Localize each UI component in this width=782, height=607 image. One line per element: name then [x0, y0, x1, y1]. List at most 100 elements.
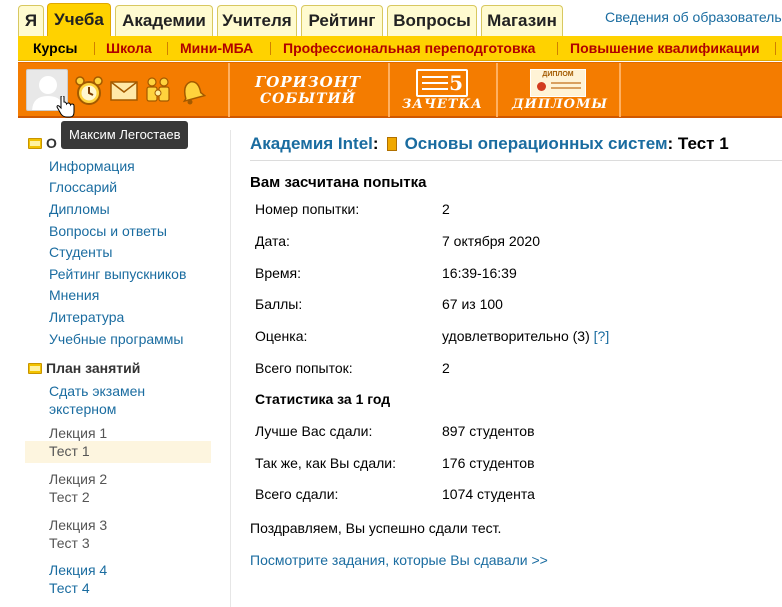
breadcrumb-course[interactable]: Основы операционных систем	[405, 134, 668, 154]
result-row: Всего попыток: 2	[250, 360, 770, 380]
sidebar-item-lecture-4[interactable]: Лекция 4	[49, 562, 107, 578]
events-horizon-line2: СОБЫТИЙ	[260, 91, 356, 107]
test-result-panel: Академия Intel : Основы операционных сис…	[250, 130, 782, 607]
zachetka-label: ЗАЧЕТКА	[402, 97, 483, 112]
breadcrumb: Академия Intel : Основы операционных сис…	[250, 134, 729, 154]
stats-row: Так же, как Вы сдали: 176 студентов	[250, 455, 770, 475]
result-row: Номер попытки: 2	[250, 201, 770, 221]
submenu-retraining[interactable]: Профессиональная переподготовка	[283, 36, 535, 61]
result-title: Вам засчитана попытка	[250, 174, 427, 191]
user-name-tooltip: Максим Легостаев	[61, 121, 189, 149]
diploma-badge: ДИПЛОМ	[542, 71, 574, 78]
sidebar-item-test-4[interactable]: Тест 4	[49, 580, 90, 596]
same-as-you-label: Так же, как Вы сдали:	[255, 455, 397, 471]
breadcrumb-divider	[250, 160, 782, 161]
breadcrumb-current-page: : Тест 1	[667, 134, 729, 153]
total-attempts-value: 2	[442, 360, 450, 376]
sidebar-item-test-3[interactable]: Тест 3	[49, 535, 90, 551]
banner-divider	[619, 63, 621, 117]
sidebar-item-test-2[interactable]: Тест 2	[49, 489, 90, 505]
banner-divider	[228, 63, 230, 117]
sidebar-item-lecture-1[interactable]: Лекция 1	[49, 425, 107, 441]
breadcrumb-academy[interactable]: Академия Intel	[250, 134, 373, 154]
sidebar-item-graduates-rating[interactable]: Рейтинг выпускников	[49, 266, 186, 282]
grade-label: Оценка:	[255, 328, 308, 344]
main-tabs: Я Учеба Академии Учителя Рейтинг Вопросы…	[0, 0, 782, 36]
tab-rating[interactable]: Рейтинг	[301, 5, 383, 36]
time-value: 16:39-16:39	[442, 265, 517, 281]
folder-icon	[28, 137, 42, 149]
sidebar-item-external-exam-line2[interactable]: экстерном	[49, 401, 116, 417]
submenu-qualification[interactable]: Повышение квалификации	[570, 36, 760, 61]
events-horizon-line1: ГОРИЗОНТ	[254, 73, 362, 91]
envelope-icon[interactable]	[109, 75, 139, 105]
book-icon	[386, 137, 397, 151]
grade-value: удовлетворительно (3)	[442, 328, 590, 344]
sidebar-item-programs[interactable]: Учебные программы	[49, 331, 183, 347]
stats-row: Всего сдали: 1074 студента	[250, 486, 770, 506]
date-label: Дата:	[255, 233, 290, 249]
bell-icon[interactable]	[176, 75, 206, 107]
sidebar-item-glossary[interactable]: Глоссарий	[49, 179, 117, 195]
grade-value-wrap: удовлетворительно (3) [?]	[442, 328, 609, 344]
grade-help-link[interactable]: [?]	[594, 328, 610, 344]
banner-divider	[496, 63, 498, 117]
zachetka-grade-badge: 5	[449, 71, 463, 95]
diplomas-button[interactable]: ДИПЛОМ ДИПЛОМЫ	[512, 67, 608, 115]
date-value: 7 октября 2020	[442, 233, 540, 249]
banner-divider	[388, 63, 390, 117]
view-submitted-tasks-link[interactable]: Посмотрите задания, которые Вы сдавали >…	[250, 552, 548, 568]
stats-header-row: Статистика за 1 год	[250, 391, 770, 411]
events-horizon-button[interactable]: ГОРИЗОНТ СОБЫТИЙ	[246, 67, 370, 115]
tab-shop[interactable]: Магазин	[481, 5, 563, 36]
sidebar-section-plan-title: План занятий	[46, 360, 141, 376]
tab-questions[interactable]: Вопросы	[387, 5, 477, 36]
user-banner: ГОРИЗОНТ СОБЫТИЙ 5 ЗАЧЕТКА ДИПЛОМ ДИПЛОМ…	[18, 62, 782, 118]
hand-cursor-icon	[56, 96, 75, 118]
attempt-number-label: Номер попытки:	[255, 201, 360, 217]
sidebar-item-opinions[interactable]: Мнения	[49, 287, 99, 303]
course-sidebar: О Информация Глоссарий Дипломы Вопросы и…	[18, 120, 218, 607]
submenu-divider	[557, 42, 558, 55]
sidebar-section-about[interactable]: О	[28, 135, 57, 151]
total-passed-label: Всего сдали:	[255, 486, 339, 502]
folder-icon	[28, 362, 42, 374]
result-row: Оценка: удовлетворительно (3) [?]	[250, 328, 770, 348]
tab-academies[interactable]: Академии	[115, 5, 213, 36]
zachetka-button[interactable]: 5 ЗАЧЕТКА	[402, 67, 482, 115]
result-row: Баллы: 67 из 100	[250, 296, 770, 316]
sidebar-item-external-exam[interactable]: Сдать экзамен	[49, 383, 145, 399]
tab-teachers[interactable]: Учителя	[217, 5, 297, 36]
sidebar-item-qa[interactable]: Вопросы и ответы	[49, 223, 167, 239]
sidebar-item-literature[interactable]: Литература	[49, 309, 124, 325]
result-row: Дата: 7 октября 2020	[250, 233, 770, 253]
submenu-divider	[270, 42, 271, 55]
score-label: Баллы:	[255, 296, 303, 312]
submenu-divider	[94, 42, 95, 55]
breadcrumb-separator: :	[372, 134, 379, 153]
tab-study[interactable]: Учеба	[47, 3, 111, 36]
same-as-you-value: 176 студентов	[442, 455, 535, 471]
edu-info-link[interactable]: Сведения об образовательной	[605, 9, 782, 25]
sidebar-item-students[interactable]: Студенты	[49, 244, 112, 260]
sidebar-item-info[interactable]: Информация	[49, 158, 135, 174]
diplomas-label: ДИПЛОМЫ	[512, 97, 608, 112]
sidebar-item-diplomas[interactable]: Дипломы	[49, 201, 110, 217]
column-divider	[230, 130, 231, 607]
tab-me[interactable]: Я	[18, 5, 44, 36]
sidebar-section-plan[interactable]: План занятий	[28, 360, 140, 376]
score-value: 67 из 100	[442, 296, 503, 312]
total-attempts-label: Всего попыток:	[255, 360, 353, 376]
sidebar-item-lecture-3[interactable]: Лекция 3	[49, 517, 107, 533]
alarm-clock-icon[interactable]	[74, 75, 104, 107]
result-row: Время: 16:39-16:39	[250, 265, 770, 285]
stats-row: Лучше Вас сдали: 897 студентов	[250, 423, 770, 443]
submenu-mini-mba[interactable]: Мини-МБА	[180, 36, 253, 61]
time-label: Время:	[255, 265, 302, 281]
family-icon[interactable]	[143, 75, 173, 107]
sidebar-item-test-1[interactable]: Тест 1	[49, 443, 90, 459]
submenu-courses[interactable]: Курсы	[33, 36, 77, 61]
sidebar-item-lecture-2[interactable]: Лекция 2	[49, 471, 107, 487]
submenu-school[interactable]: Школа	[106, 36, 152, 61]
sub-menu: Курсы Школа Мини-МБА Профессиональная пе…	[18, 36, 782, 61]
